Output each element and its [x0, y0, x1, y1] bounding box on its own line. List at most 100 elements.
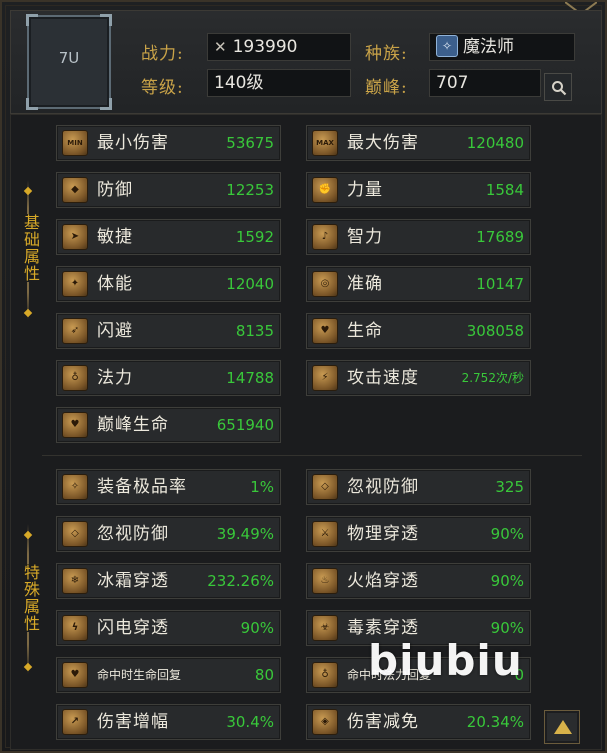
level-value: 140级 [207, 69, 351, 97]
ignore-defense-percent-icon: ◇ [62, 521, 88, 547]
power-label: 战力: [141, 44, 184, 64]
stat-row: ◈ 伤害减免 20.34% [306, 704, 531, 740]
stat-label: 生命 [347, 321, 383, 341]
stat-row: ➶ 闪避 8135 [56, 313, 281, 349]
stat-value: 20.34% [466, 713, 524, 731]
basic-section-label: 基础属性 [16, 214, 40, 282]
stat-row: ♁ 法力 14788 [56, 360, 281, 396]
stat-value: 53675 [226, 134, 274, 152]
stat-label: 力量 [347, 180, 383, 200]
stat-row: ↗ 伤害增幅 30.4% [56, 704, 281, 740]
stat-value: 2.752次/秒 [461, 371, 524, 385]
stat-label: 准确 [347, 274, 383, 294]
stat-label: 最大伤害 [347, 133, 419, 153]
power-value: 193990 [232, 37, 298, 57]
mage-class-icon: ✧ [436, 34, 458, 57]
character-portrait[interactable]: 7U [26, 14, 112, 110]
max-damage-icon: MAX [312, 130, 338, 156]
stat-row: ⚔ 物理穿透 90% [306, 516, 531, 552]
stat-row: ♥ 巅峰生命 651940 [56, 407, 281, 443]
stat-value: 1592 [235, 228, 274, 246]
damage-boost-icon: ↗ [62, 709, 88, 735]
stat-label: 物理穿透 [347, 524, 419, 544]
stat-value: 651940 [216, 416, 274, 434]
stat-value: 10147 [476, 275, 524, 293]
stat-label: 法力 [97, 368, 133, 388]
attack-speed-icon: ⚡ [312, 365, 338, 391]
race-field: ✧ 魔法师 [429, 33, 575, 61]
stat-value: 232.26% [207, 572, 274, 590]
search-icon [552, 81, 567, 96]
stat-row: ◇ 忽视防御 325 [306, 469, 531, 505]
stat-value: 39.49% [216, 525, 274, 543]
stat-row: ➤ 敏捷 1592 [56, 219, 281, 255]
stat-label: 敏捷 [97, 227, 133, 247]
stat-label: 攻击速度 [347, 368, 419, 388]
stat-row: MAX 最大伤害 120480 [306, 125, 531, 161]
stat-label: 冰霜穿透 [97, 571, 169, 591]
stat-value: 1584 [485, 181, 524, 199]
race-label: 种族: [365, 44, 408, 64]
stat-row: ✊ 力量 1584 [306, 172, 531, 208]
stat-label: 命中时生命回复 [97, 668, 182, 682]
fist-icon: ✊ [312, 177, 338, 203]
lifesteal-icon: ♥ [62, 662, 88, 688]
frost-pierce-icon: ❄ [62, 568, 88, 594]
peak-label: 巅峰: [365, 78, 408, 98]
search-button[interactable] [544, 73, 572, 101]
stat-row: MIN 最小伤害 53675 [56, 125, 281, 161]
race-value: 魔法师 [463, 37, 514, 57]
stat-row: ♨ 火焰穿透 90% [306, 563, 531, 599]
peak-heart-icon: ♥ [62, 412, 88, 438]
stat-row: ⚡ 攻击速度 2.752次/秒 [306, 360, 531, 396]
stat-value: 12040 [226, 275, 274, 293]
gear-quality-icon: ✧ [62, 474, 88, 500]
scroll-top-button[interactable] [544, 710, 580, 744]
special-section-label: 特殊属性 [16, 564, 40, 632]
stat-row: ✧ 装备极品率 1% [56, 469, 281, 505]
boot-icon: ➤ [62, 224, 88, 250]
lightning-pierce-icon: ϟ [62, 615, 88, 641]
shield-icon: ◆ [62, 177, 88, 203]
stat-value: 17689 [476, 228, 524, 246]
stat-row: ♪ 智力 17689 [306, 219, 531, 255]
stat-value: 325 [495, 478, 524, 496]
stat-label: 伤害增幅 [97, 712, 169, 732]
stat-label: 伤害减免 [347, 712, 419, 732]
peak-value: 707 [429, 69, 541, 97]
section-divider [42, 455, 582, 456]
stat-label: 闪避 [97, 321, 133, 341]
target-icon: ◎ [312, 271, 338, 297]
stat-label: 防御 [97, 180, 133, 200]
stat-row: ϟ 闪电穿透 90% [56, 610, 281, 646]
triangle-up-icon [554, 720, 572, 734]
stat-row: ◎ 准确 10147 [306, 266, 531, 302]
staff-icon: ♪ [312, 224, 338, 250]
stat-value: 90% [490, 525, 524, 543]
dodge-icon: ➶ [62, 318, 88, 344]
stat-value: 12253 [226, 181, 274, 199]
stat-value: 120480 [466, 134, 524, 152]
stat-label: 体能 [97, 274, 133, 294]
stat-label: 火焰穿透 [347, 571, 419, 591]
stat-value: 8135 [235, 322, 274, 340]
stat-value: 14788 [226, 369, 274, 387]
stat-row: ♥ 命中时生命回复 80 [56, 657, 281, 693]
min-damage-icon: MIN [62, 130, 88, 156]
stat-value: 1% [250, 478, 274, 496]
stat-label: 装备极品率 [97, 477, 187, 497]
fire-pierce-icon: ♨ [312, 568, 338, 594]
stat-label: 最小伤害 [97, 133, 169, 153]
muscle-icon: ✦ [62, 271, 88, 297]
stat-row: ♥ 生命 308058 [306, 313, 531, 349]
power-field: ✕ 193990 [207, 33, 351, 61]
stat-label: 智力 [347, 227, 383, 247]
stat-value: 308058 [466, 322, 524, 340]
heart-icon: ♥ [312, 318, 338, 344]
ignore-defense-icon: ◇ [312, 474, 338, 500]
stat-label: 闪电穿透 [97, 618, 169, 638]
physical-pierce-icon: ⚔ [312, 521, 338, 547]
potion-icon: ♁ [62, 365, 88, 391]
stat-value: 90% [490, 572, 524, 590]
portrait-label: 7U [58, 49, 80, 67]
